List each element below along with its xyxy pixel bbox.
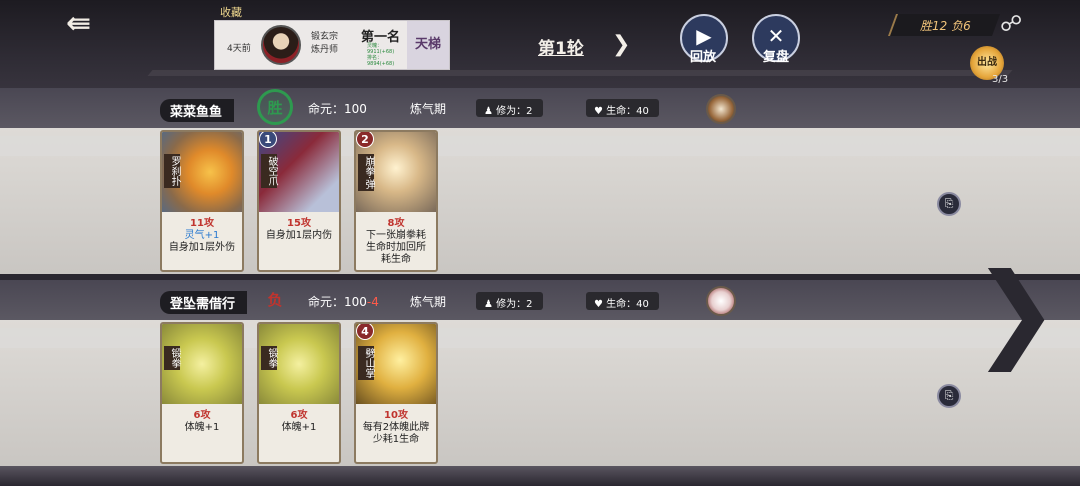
record-stats: 灵魄： 9911(+68) 排名： 9894(+68) [367, 43, 395, 67]
card-cost-badge: 1 [259, 132, 277, 148]
share-icon[interactable]: ☍ [1000, 12, 1022, 37]
card-name: 破空爪 [261, 154, 277, 188]
player-2-card-1[interactable]: 锻拳 6攻 体魄+1 [160, 322, 244, 464]
player-1-cultivation: ♟ 修为：2 [476, 99, 543, 117]
card-cost-badge: 4 [356, 324, 374, 340]
player-1-life: 命元：100 [308, 102, 367, 116]
card-text: 6攻 体魄+1 [184, 410, 220, 433]
player-2-name: 登坠需借行 [160, 291, 248, 314]
player-2-card-3[interactable]: 4 劈山掌 10攻 每有2体魄此牌 少耗1生命 [354, 322, 438, 464]
round-title: 第1轮 [538, 39, 584, 59]
player-1-card-3[interactable]: 2 崩拳·弹 8攻 下一张崩拳耗 生命时加回所 耗生命 [354, 130, 438, 272]
player-2-life: 命元：100-4 [308, 295, 379, 309]
player-2-copy-deck-icon[interactable]: ⎘ [937, 384, 961, 408]
card-name: 劈山掌 [358, 346, 374, 380]
player-2-avatar-icon[interactable] [706, 286, 736, 316]
win-loss-text: 胜12 负6 [920, 19, 971, 33]
player-1-realm: 炼气期 [410, 102, 447, 116]
bottom-ink-border [0, 466, 1080, 486]
next-round-chevron-icon[interactable]: ❯ [612, 32, 630, 57]
player-1-name: 菜菜鱼鱼 [160, 99, 235, 122]
deploy-badge[interactable]: 出战 3/3 [962, 46, 1014, 85]
card-name: 罗刹扑 [164, 154, 180, 188]
card-name: 锻拳 [261, 346, 277, 370]
player-2-card-2[interactable]: 锻拳 6攻 体魄+1 [257, 322, 341, 464]
card-text: 6攻 体魄+1 [281, 410, 317, 433]
player-2-realm: 炼气期 [410, 295, 447, 309]
player-1-card-1[interactable]: 罗刹扑 11攻 灵气+1 自身加1层外伤 [160, 130, 244, 272]
player-1-sect-emblem-icon[interactable] [706, 94, 736, 124]
favorite-label[interactable]: 收藏 [220, 4, 242, 20]
card-text: 10攻 每有2体魄此牌 少耗1生命 [362, 410, 430, 445]
record-time: 4天前 [227, 44, 251, 54]
card-text: 11攻 灵气+1 自身加1层外伤 [168, 218, 236, 253]
player-1-hp: ♥ 生命：40 [586, 99, 659, 117]
avatar [261, 25, 301, 65]
deploy-count: 3/3 [992, 74, 1009, 85]
next-page-chevron-icon[interactable]: ❯ [972, 250, 1059, 372]
card-name: 崩拳·弹 [358, 154, 374, 192]
card-name: 锻拳 [164, 346, 180, 370]
card-cost-badge: 2 [356, 132, 374, 148]
player-2-result-badge: 负 [267, 291, 283, 309]
player-2-cultivation: ♟ 修为：2 [476, 292, 543, 310]
card-text: 8攻 下一张崩拳耗 生命时加回所 耗生命 [366, 218, 426, 265]
battle-record-card[interactable]: 4天前 锻玄宗 炼丹师 第一名 灵魄： 9911(+68) 排名： 9894(+… [214, 20, 450, 70]
player-1-card-2[interactable]: 1 破空爪 15攻 自身加1层内伤 [257, 130, 341, 272]
record-sect: 锻玄宗 炼丹师 [311, 32, 339, 55]
player-1-result-badge: 胜 [257, 89, 293, 125]
ladder-badge: 天梯 [407, 21, 449, 69]
player-2-hp: ♥ 生命：40 [586, 292, 659, 310]
replay-button[interactable]: 回放 [690, 46, 716, 65]
review-button[interactable]: 复盘 [763, 46, 789, 65]
player-1-copy-deck-icon[interactable]: ⎘ [937, 192, 961, 216]
back-arrow-icon[interactable]: ⇚ [66, 8, 110, 40]
card-text: 15攻 自身加1层内伤 [265, 218, 333, 241]
